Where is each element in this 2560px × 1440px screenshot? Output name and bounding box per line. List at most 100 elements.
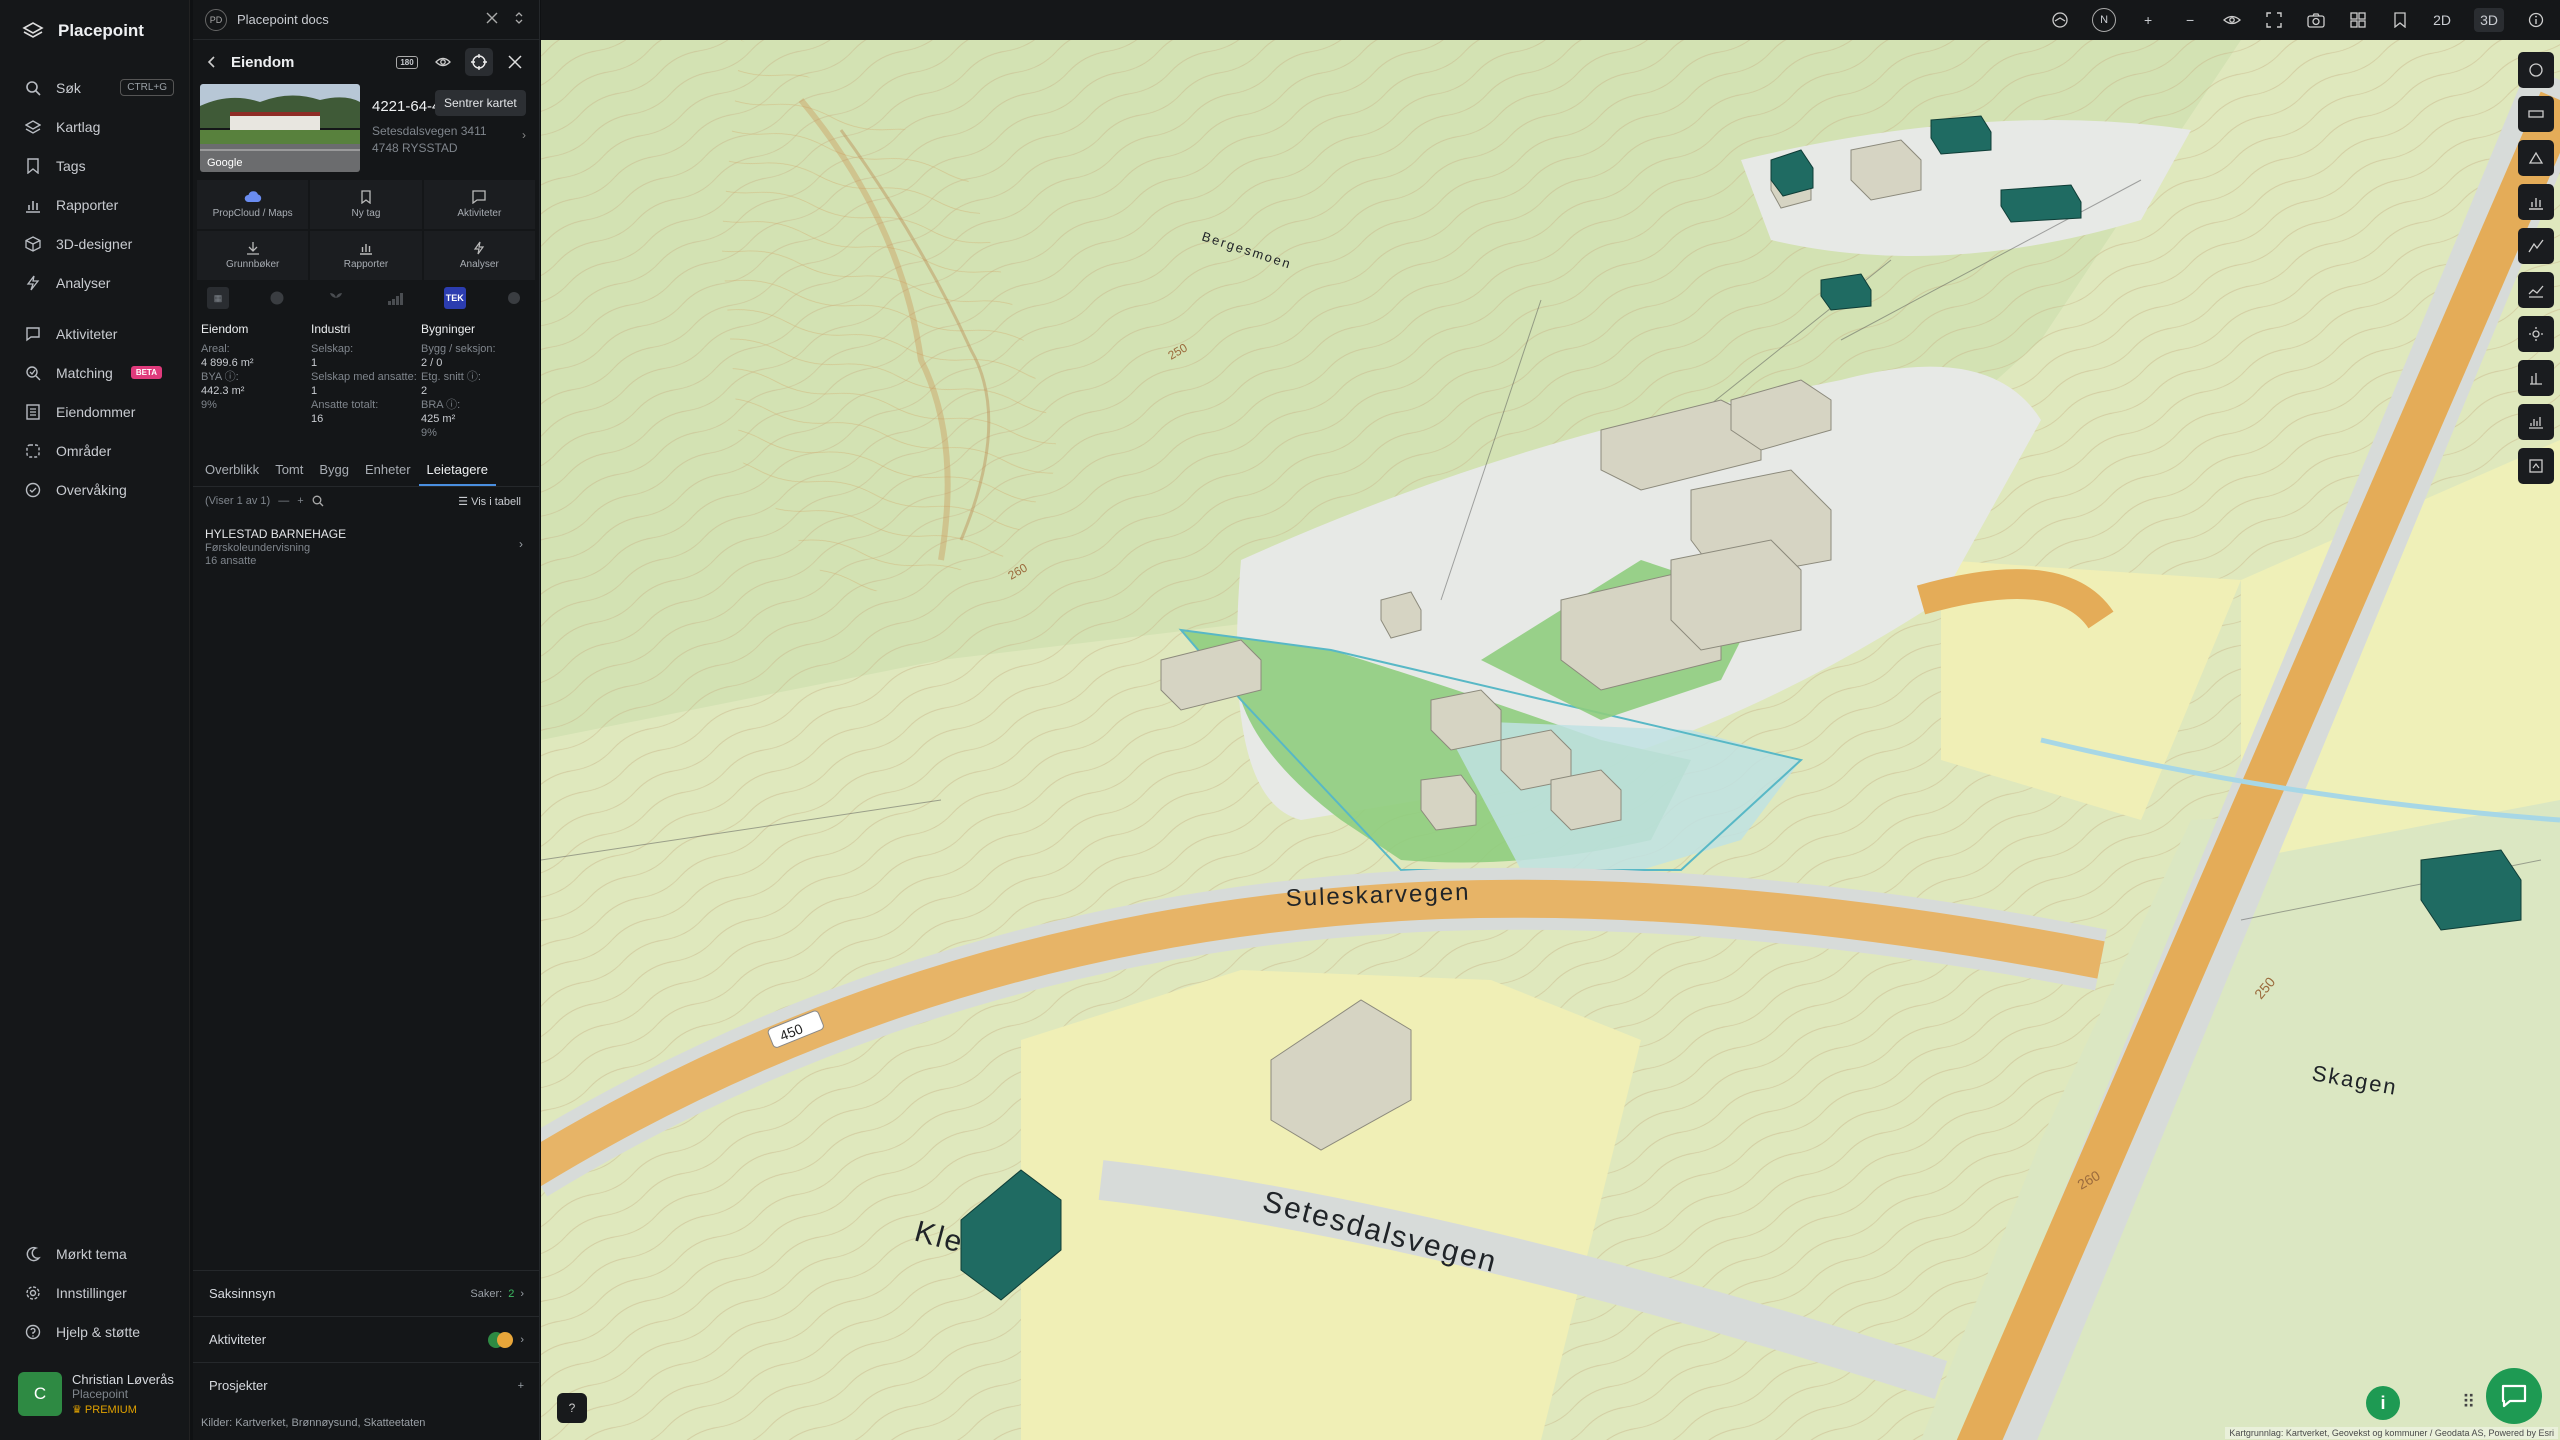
eye-icon[interactable] xyxy=(429,48,457,76)
plant-icon[interactable] xyxy=(325,287,347,309)
drag-handle-icon[interactable]: ⠿ xyxy=(2462,1392,2475,1413)
map-view[interactable]: Suleskarvegen Setesdalsvegen Kle Skagen … xyxy=(541,40,2560,1440)
bar-chart-icon xyxy=(24,196,42,214)
area-measure-icon[interactable] xyxy=(2518,140,2554,176)
source-link[interactable]: Kartverket, xyxy=(235,1417,288,1429)
zoom-out-button[interactable]: − xyxy=(2180,8,2200,32)
aktiviteter-row[interactable]: Aktiviteter › xyxy=(193,1316,540,1362)
nav-item-matching[interactable]: Matching BETA xyxy=(0,353,190,392)
nav-item-tags[interactable]: Tags xyxy=(0,146,190,185)
tek-badge[interactable]: TEK xyxy=(443,287,466,309)
mode-3d-button[interactable]: 3D xyxy=(2474,8,2504,32)
close-icon[interactable] xyxy=(485,11,499,25)
user-profile[interactable]: C Christian Løverås Placepoint ♛ PREMIUM xyxy=(18,1372,174,1416)
saksinnsyn-row[interactable]: Saksinnsyn Saker: 2 › xyxy=(193,1270,540,1316)
nav-item-dark-theme[interactable]: Mørkt tema xyxy=(0,1234,190,1273)
cloud-icon xyxy=(244,190,262,204)
elevation-icon[interactable] xyxy=(2518,228,2554,264)
mode-2d-button[interactable]: 2D xyxy=(2432,8,2452,32)
center-map-button[interactable] xyxy=(465,48,493,76)
nav-label: Overvåking xyxy=(56,481,127,498)
signal-icon[interactable] xyxy=(385,287,407,309)
nav-item-search[interactable]: Søk CTRL+G xyxy=(0,68,190,107)
sun-icon[interactable] xyxy=(2518,316,2554,352)
nav-item-3d-designer[interactable]: 3D-designer xyxy=(0,224,190,263)
nav-item-omrader[interactable]: Områder xyxy=(0,431,190,470)
activity-avatars: › xyxy=(488,1330,524,1350)
grid-icon[interactable] xyxy=(2348,8,2368,32)
source-link[interactable]: Skatteetaten xyxy=(364,1417,426,1429)
shadow-icon[interactable] xyxy=(2518,360,2554,396)
nav-item-eiendommer[interactable]: Eiendommer xyxy=(0,392,190,431)
doc-title[interactable]: Placepoint docs xyxy=(237,12,329,27)
activities-button[interactable]: Aktiviteter xyxy=(423,180,535,229)
nav-item-settings[interactable]: Innstillinger xyxy=(0,1273,190,1312)
tab-overblikk[interactable]: Overblikk xyxy=(197,454,267,486)
nav-item-overvaking[interactable]: Overvåking xyxy=(0,470,190,509)
help-icon: ? xyxy=(568,1401,576,1415)
avatar: C xyxy=(18,1372,62,1416)
profile-icon[interactable] xyxy=(2518,272,2554,308)
matrikkel-icon[interactable]: ▦ xyxy=(207,287,229,309)
statistics-icon[interactable] xyxy=(2518,404,2554,440)
brand[interactable]: Placepoint xyxy=(22,20,144,42)
user-org: Placepoint xyxy=(72,1387,129,1401)
nav-item-rapporter[interactable]: Rapporter xyxy=(0,185,190,224)
tab-tomt[interactable]: Tomt xyxy=(267,454,311,486)
info-button[interactable]: i xyxy=(2366,1386,2400,1420)
chart-icon[interactable] xyxy=(2518,184,2554,220)
action-grid: PropCloud / Maps Ny tag Aktiviteter Grun… xyxy=(193,172,539,280)
close-panel-icon[interactable] xyxy=(501,48,529,76)
minus-icon[interactable]: — xyxy=(278,495,289,507)
monitor-icon xyxy=(24,481,42,499)
nav-label: Søk xyxy=(56,79,81,96)
zoom-in-button[interactable]: + xyxy=(2138,8,2158,32)
search-icon[interactable] xyxy=(312,495,324,507)
camera-icon[interactable] xyxy=(2306,8,2326,32)
plus-icon[interactable]: + xyxy=(297,495,303,507)
nav-item-aktiviteter[interactable]: Aktiviteter xyxy=(0,314,190,353)
header-actions: 180 xyxy=(393,48,529,76)
view-360-button[interactable]: 180 xyxy=(393,48,421,76)
compass-button[interactable]: N xyxy=(2092,8,2117,32)
stats-eiendom: Eiendom Areal: 4 899.6 m² BYA ⓘ: 442.3 m… xyxy=(201,322,254,411)
layers-3d-icon[interactable] xyxy=(2050,8,2070,32)
layers-icon[interactable] xyxy=(2518,448,2554,484)
globe-icon[interactable] xyxy=(266,287,288,309)
analyses-button[interactable]: Analyser xyxy=(423,231,535,280)
more-icon[interactable] xyxy=(503,287,525,309)
nav-item-kartlag[interactable]: Kartlag xyxy=(0,107,190,146)
document-bar: PD Placepoint docs xyxy=(193,0,539,40)
area-icon xyxy=(24,442,42,460)
show-table-button[interactable]: ☰ Vis i tabell xyxy=(458,495,521,508)
ruler-icon[interactable] xyxy=(2518,96,2554,132)
result-count: (Viser 1 av 1) xyxy=(205,495,271,507)
info-icon[interactable] xyxy=(2526,8,2546,32)
google-label: Google xyxy=(207,157,243,169)
reports-button[interactable]: Rapporter xyxy=(310,231,422,280)
eye-icon[interactable] xyxy=(2222,8,2242,32)
propcloud-button[interactable]: PropCloud / Maps xyxy=(197,180,309,229)
nav-item-help[interactable]: Hjelp & støtte xyxy=(0,1312,190,1351)
back-icon[interactable] xyxy=(205,55,219,69)
nav-item-analyser[interactable]: Analyser xyxy=(0,263,190,302)
source-link[interactable]: Brønnøysund, xyxy=(292,1417,361,1429)
nav-label: Områder xyxy=(56,442,112,459)
new-tag-button[interactable]: Ny tag xyxy=(310,180,422,229)
measure-icon[interactable] xyxy=(2518,52,2554,88)
prosjekter-row[interactable]: Prosjekter + xyxy=(193,1362,540,1408)
tab-enheter[interactable]: Enheter xyxy=(357,454,419,486)
fullscreen-icon[interactable] xyxy=(2264,8,2284,32)
tenant-item[interactable]: HYLESTAD BARNEHAGE Førskoleundervisning … xyxy=(193,515,539,579)
expand-icon[interactable] xyxy=(513,11,525,25)
nav-label: Tags xyxy=(56,157,86,174)
tenant-type: Førskoleundervisning xyxy=(205,542,311,554)
tab-leietagere[interactable]: Leietagere xyxy=(418,454,496,486)
bookmark-icon[interactable] xyxy=(2390,8,2410,32)
grunnboker-button[interactable]: Grunnbøker xyxy=(197,231,309,280)
add-project-button[interactable]: + xyxy=(518,1380,524,1392)
help-button[interactable]: ? xyxy=(557,1393,587,1423)
street-view-thumbnail[interactable]: Google xyxy=(200,84,360,172)
chat-button[interactable] xyxy=(2486,1368,2542,1424)
tab-bygg[interactable]: Bygg xyxy=(311,454,357,486)
